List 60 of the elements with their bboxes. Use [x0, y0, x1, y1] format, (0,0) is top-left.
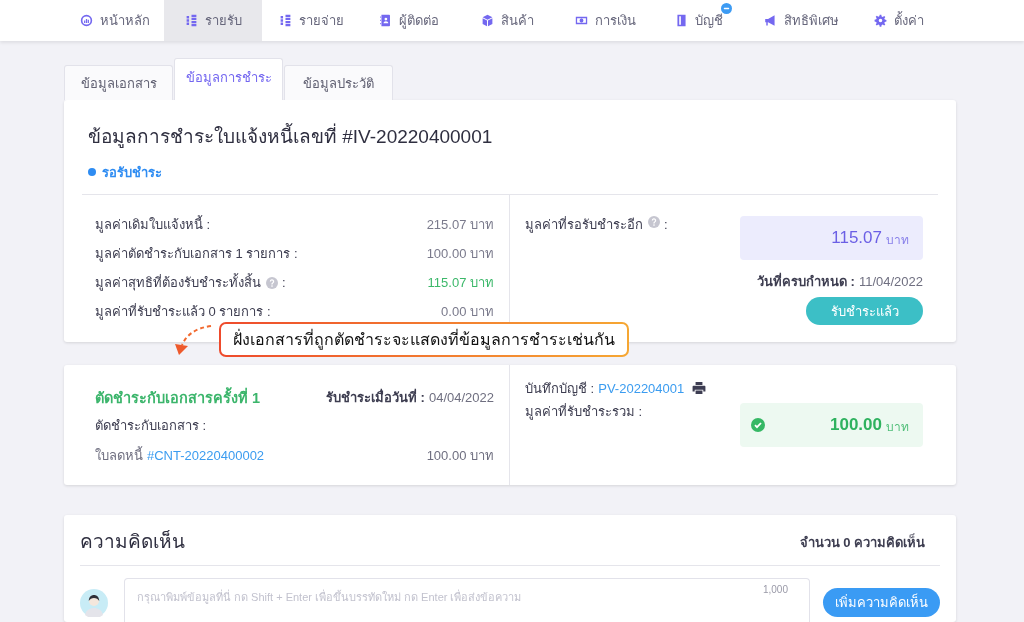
journal-link[interactable]: PV-202204001 [598, 380, 685, 396]
nav-item[interactable]: สินค้า [458, 0, 556, 41]
nav-item[interactable]: ตั้งค่า [850, 0, 948, 41]
tab[interactable]: ข้อมูลเอกสาร [64, 65, 173, 100]
due-date-label: วันที่ครบกำหนด : [756, 274, 855, 289]
help-icon[interactable] [266, 276, 278, 289]
total-amount: 100.00 [830, 416, 882, 434]
nav-item[interactable]: รายรับ [164, 0, 262, 41]
document-link[interactable]: #CNT-20220400002 [147, 447, 265, 463]
nav-item[interactable]: สิทธิพิเศษ [752, 0, 850, 41]
outstanding-label: มูลค่าที่รอรับชำระอีก [525, 216, 643, 234]
payment-title: ข้อมูลการชำระใบแจ้งหนี้เลขที่ #IV-20220400001 [88, 122, 938, 152]
contact-book-icon [379, 14, 392, 27]
currency-unit: บาท [886, 231, 909, 249]
currency-unit: บาท [886, 418, 909, 436]
avatar-icon [80, 589, 108, 617]
document-type: ใบลดหนี้ [95, 445, 143, 465]
summary-value: 100.00 บาท [426, 245, 494, 263]
comments-title: ความคิดเห็น [80, 529, 185, 554]
printer-icon[interactable] [692, 382, 707, 394]
label-colon: : [664, 216, 668, 234]
document-amount: 100.00 บาท [426, 446, 494, 465]
settlement-title: ตัดชำระกับเอกสารครั้งที่ 1 [95, 386, 261, 408]
total-received-label: มูลค่าที่รับชำระรวม : [525, 403, 643, 421]
settings-icon [874, 14, 887, 27]
received-date-value: 04/04/2022 [428, 389, 494, 405]
megaphone-icon [763, 14, 777, 27]
gauge-icon [80, 14, 93, 27]
check-circle-icon [751, 418, 765, 432]
status-label: รอรับชำระ [102, 163, 162, 182]
summary-value: 115.07 บาท [427, 274, 494, 292]
journal-label: บันทึกบัญชี : [525, 379, 595, 398]
tab[interactable]: ข้อมูลการชำระ [174, 58, 283, 100]
summary-value: 215.07 บาท [426, 216, 494, 234]
cube-icon [480, 14, 494, 27]
documents-label: ตัดชำระกับเอกสาร : [95, 416, 207, 435]
book-icon [674, 14, 688, 27]
summary-label: มูลค่าที่รับชำระแล้ว 0 รายการ : [95, 302, 271, 322]
nav-item[interactable]: หน้าหลัก [66, 0, 164, 41]
help-icon[interactable] [648, 216, 660, 228]
list-icon [184, 14, 198, 27]
callout-note: ฝั่งเอกสารที่ถูกตัดชำระจะแสดงที่ข้อมูลการชำระเช่นกัน [219, 322, 629, 357]
comment-count: จำนวน 0 ความคิดเห็น [799, 532, 925, 552]
list-icon [278, 14, 292, 27]
nav-item[interactable]: รายจ่าย [262, 0, 360, 41]
nav-item[interactable]: บัญชี [654, 0, 752, 41]
received-date-label: รับชำระเมื่อวันที่ : [325, 387, 425, 407]
summary-label: มูลค่าสุทธิที่ต้องรับชำระทั้งสิ้น [95, 272, 261, 293]
outstanding-amount: 115.07 [831, 229, 882, 247]
summary-label: มูลค่าตัดชำระกับเอกสาร 1 รายการ : [95, 245, 298, 264]
nav-item[interactable]: การเงิน [556, 0, 654, 41]
summary-label: มูลค่าเดิมใบแจ้งหนี้ : [95, 214, 211, 235]
due-date-value: 11/04/2022 [858, 274, 923, 289]
label-colon: : [282, 275, 286, 290]
banknote-icon [574, 14, 588, 27]
status-dot-icon [88, 168, 96, 176]
tab[interactable]: ข้อมูลประวัติ [284, 65, 393, 100]
nav-item[interactable]: ผู้ติดต่อ [360, 0, 458, 41]
summary-value: 0.00 บาท [441, 303, 494, 321]
character-limit: 1,000 [762, 584, 788, 595]
